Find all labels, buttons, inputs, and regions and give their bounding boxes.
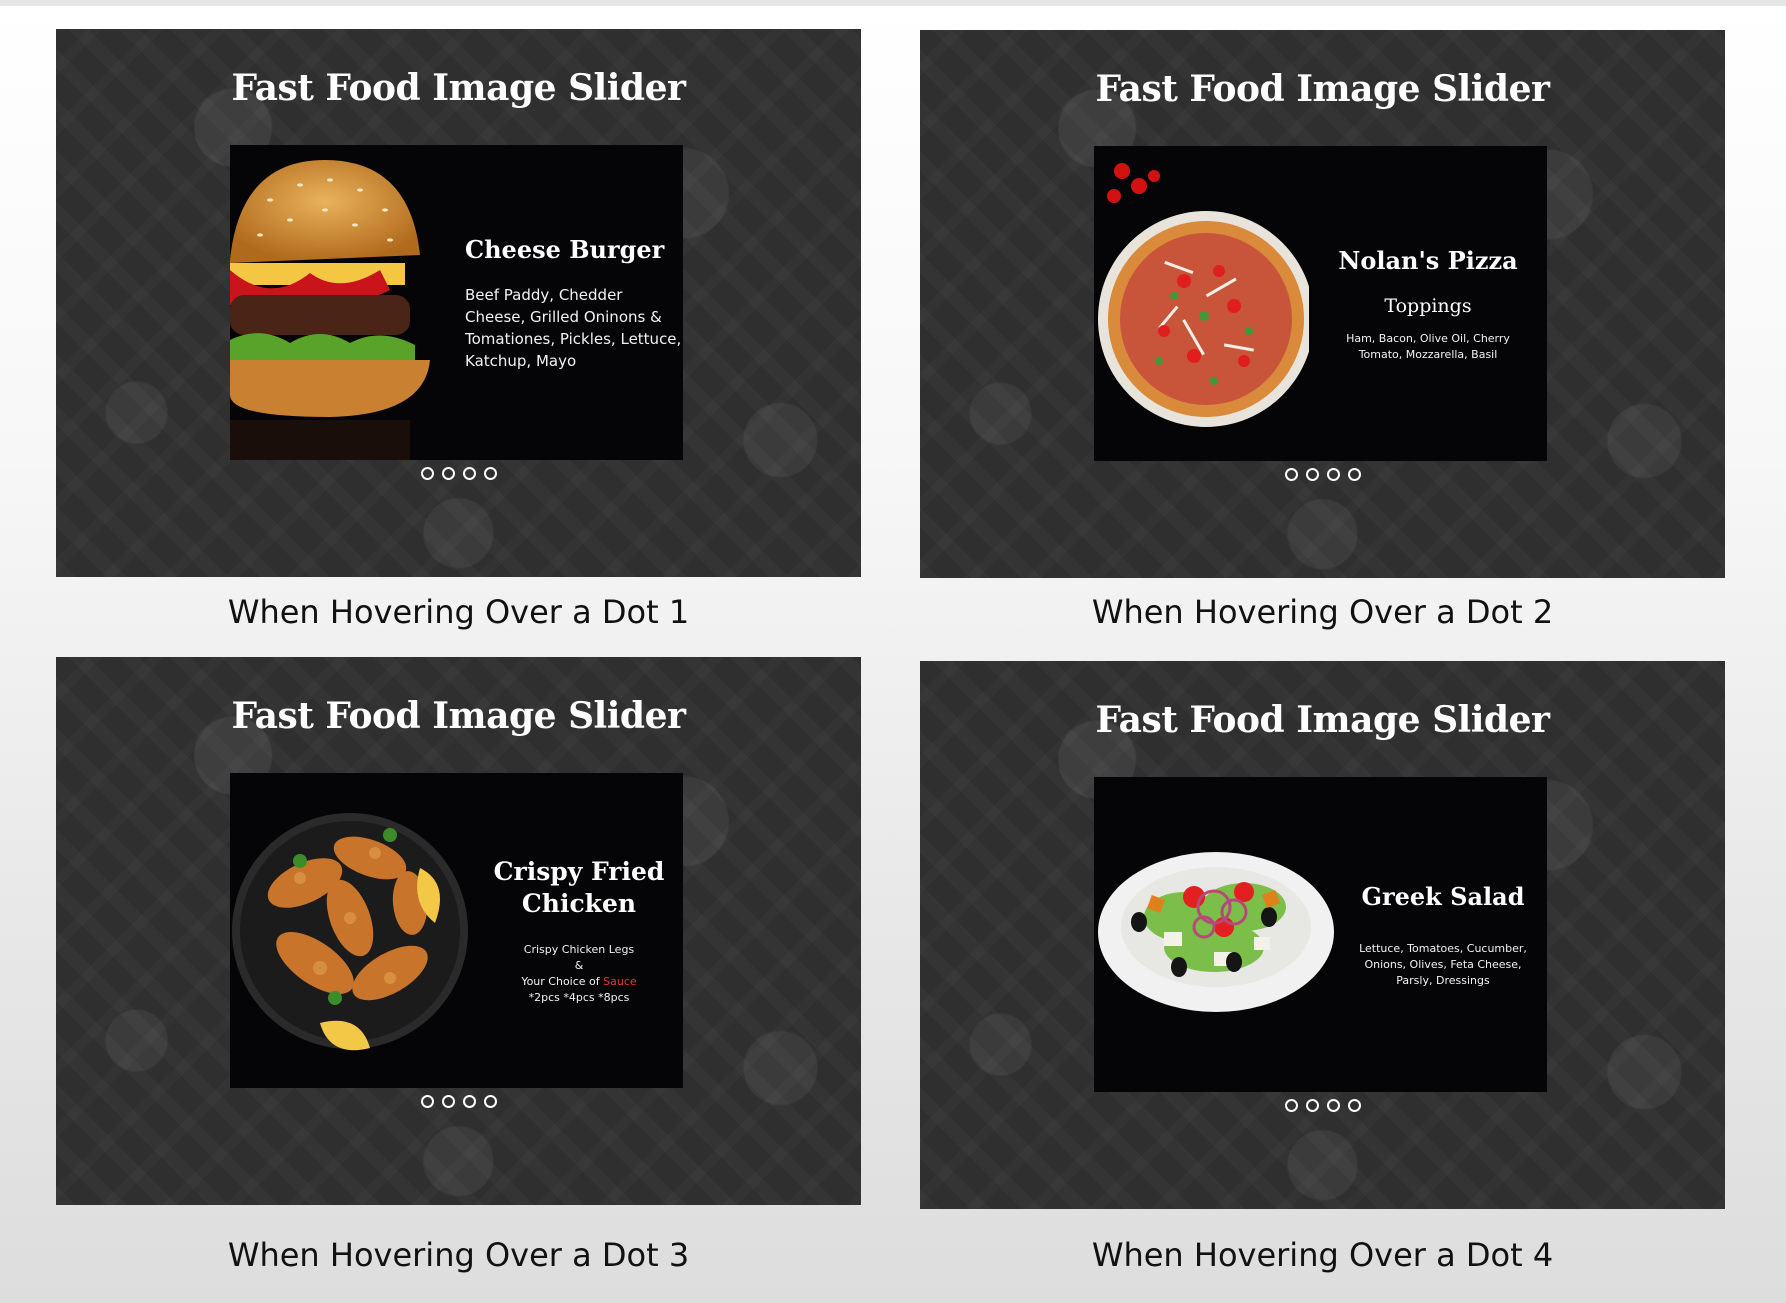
- slider-dot-2[interactable]: [441, 467, 455, 480]
- burger-image: [230, 145, 445, 460]
- pizza-image: [1094, 146, 1309, 461]
- slider-panel-4: Fast Food Image Slider Greek Salad Lettu…: [920, 661, 1725, 1209]
- slider-title: Fast Food Image Slider: [1095, 68, 1550, 110]
- slider-title: Fast Food Image Slider: [1095, 699, 1550, 741]
- caption-dot-4: When Hovering Over a Dot 4: [1091, 1236, 1554, 1274]
- slider-dot-4[interactable]: [483, 1095, 497, 1108]
- slider-dot-2[interactable]: [1305, 468, 1319, 481]
- slider-dot-1[interactable]: [1284, 1099, 1298, 1112]
- fried-chicken-image: [230, 773, 468, 1088]
- caption-dot-2: When Hovering Over a Dot 2: [1091, 593, 1554, 631]
- desc-line-1: Crispy Chicken Legs: [523, 942, 635, 956]
- desc-line-3: Your Choice of Sauce: [521, 974, 636, 990]
- item-name: Cheese Burger: [465, 234, 665, 264]
- slider-dot-4[interactable]: [1347, 1099, 1361, 1112]
- slider-dots: [920, 1099, 1725, 1112]
- desc-line-2: &: [574, 958, 584, 972]
- slider-panel-3: Fast Food Image Slider Crispy Fried Chic…: [56, 657, 861, 1205]
- item-name: Greek Salad: [1361, 881, 1525, 911]
- item-name: Nolan's Pizza: [1338, 245, 1518, 275]
- caption-dot-1: When Hovering Over a Dot 1: [227, 593, 690, 631]
- slider-title: Fast Food Image Slider: [231, 67, 686, 109]
- slider-dots: [56, 467, 861, 480]
- slider-dot-4[interactable]: [1347, 468, 1361, 481]
- slider-dot-3[interactable]: [1326, 468, 1340, 481]
- slide-card: Nolan's Pizza Toppings Ham, Bacon, Olive…: [1094, 146, 1547, 461]
- item-description: Ham, Bacon, Olive Oil, Cherry Tomato, Mo…: [1346, 331, 1510, 361]
- item-name: Crispy Fried Chicken: [493, 856, 665, 918]
- slide-card: Greek Salad Lettuce, Tomatoes, Cucumber,…: [1094, 777, 1547, 1092]
- slider-dot-1[interactable]: [420, 1095, 434, 1108]
- item-subheading: Toppings: [1384, 294, 1472, 317]
- slide-text: Nolan's Pizza Toppings Ham, Bacon, Olive…: [1309, 146, 1547, 461]
- slider-panel-2: Fast Food Image Slider Nolan's Pizza Top…: [920, 30, 1725, 578]
- desc-line-3-text: Your Choice of: [521, 974, 600, 988]
- slider-dot-2[interactable]: [1305, 1099, 1319, 1112]
- slide-text: Greek Salad Lettuce, Tomatoes, Cucumber,…: [1339, 777, 1547, 1092]
- slide-text: Cheese Burger Beef Paddy, Chedder Cheese…: [445, 145, 683, 460]
- slider-dots: [920, 468, 1725, 481]
- greek-salad-image: [1094, 777, 1339, 1092]
- slider-title: Fast Food Image Slider: [231, 695, 686, 737]
- slide-text: Crispy Fried Chicken Crispy Chicken Legs…: [475, 773, 683, 1088]
- slider-dot-3[interactable]: [462, 467, 476, 480]
- slider-panel-1: Fast Food Image Slider Cheese Burger Bee…: [56, 29, 861, 577]
- sauce-highlight: Sauce: [603, 974, 637, 988]
- slider-dots: [56, 1095, 861, 1108]
- slider-dot-3[interactable]: [462, 1095, 476, 1108]
- caption-dot-3: When Hovering Over a Dot 3: [227, 1236, 690, 1274]
- item-description: Beef Paddy, Chedder Cheese, Grilled Onin…: [465, 285, 682, 370]
- slider-dot-1[interactable]: [1284, 468, 1298, 481]
- slide-card: Cheese Burger Beef Paddy, Chedder Cheese…: [230, 145, 683, 460]
- top-bar: [0, 0, 1786, 6]
- slide-card: Crispy Fried Chicken Crispy Chicken Legs…: [230, 773, 683, 1088]
- slider-dot-1[interactable]: [420, 467, 434, 480]
- slider-dot-3[interactable]: [1326, 1099, 1340, 1112]
- desc-line-4: *2pcs *4pcs *8pcs: [528, 990, 630, 1004]
- slider-dot-2[interactable]: [441, 1095, 455, 1108]
- item-description: Lettuce, Tomatoes, Cucumber, Onions, Oli…: [1359, 941, 1527, 987]
- slider-dot-4[interactable]: [483, 467, 497, 480]
- item-description: Crispy Chicken Legs & Your Choice of Sau…: [503, 942, 654, 1006]
